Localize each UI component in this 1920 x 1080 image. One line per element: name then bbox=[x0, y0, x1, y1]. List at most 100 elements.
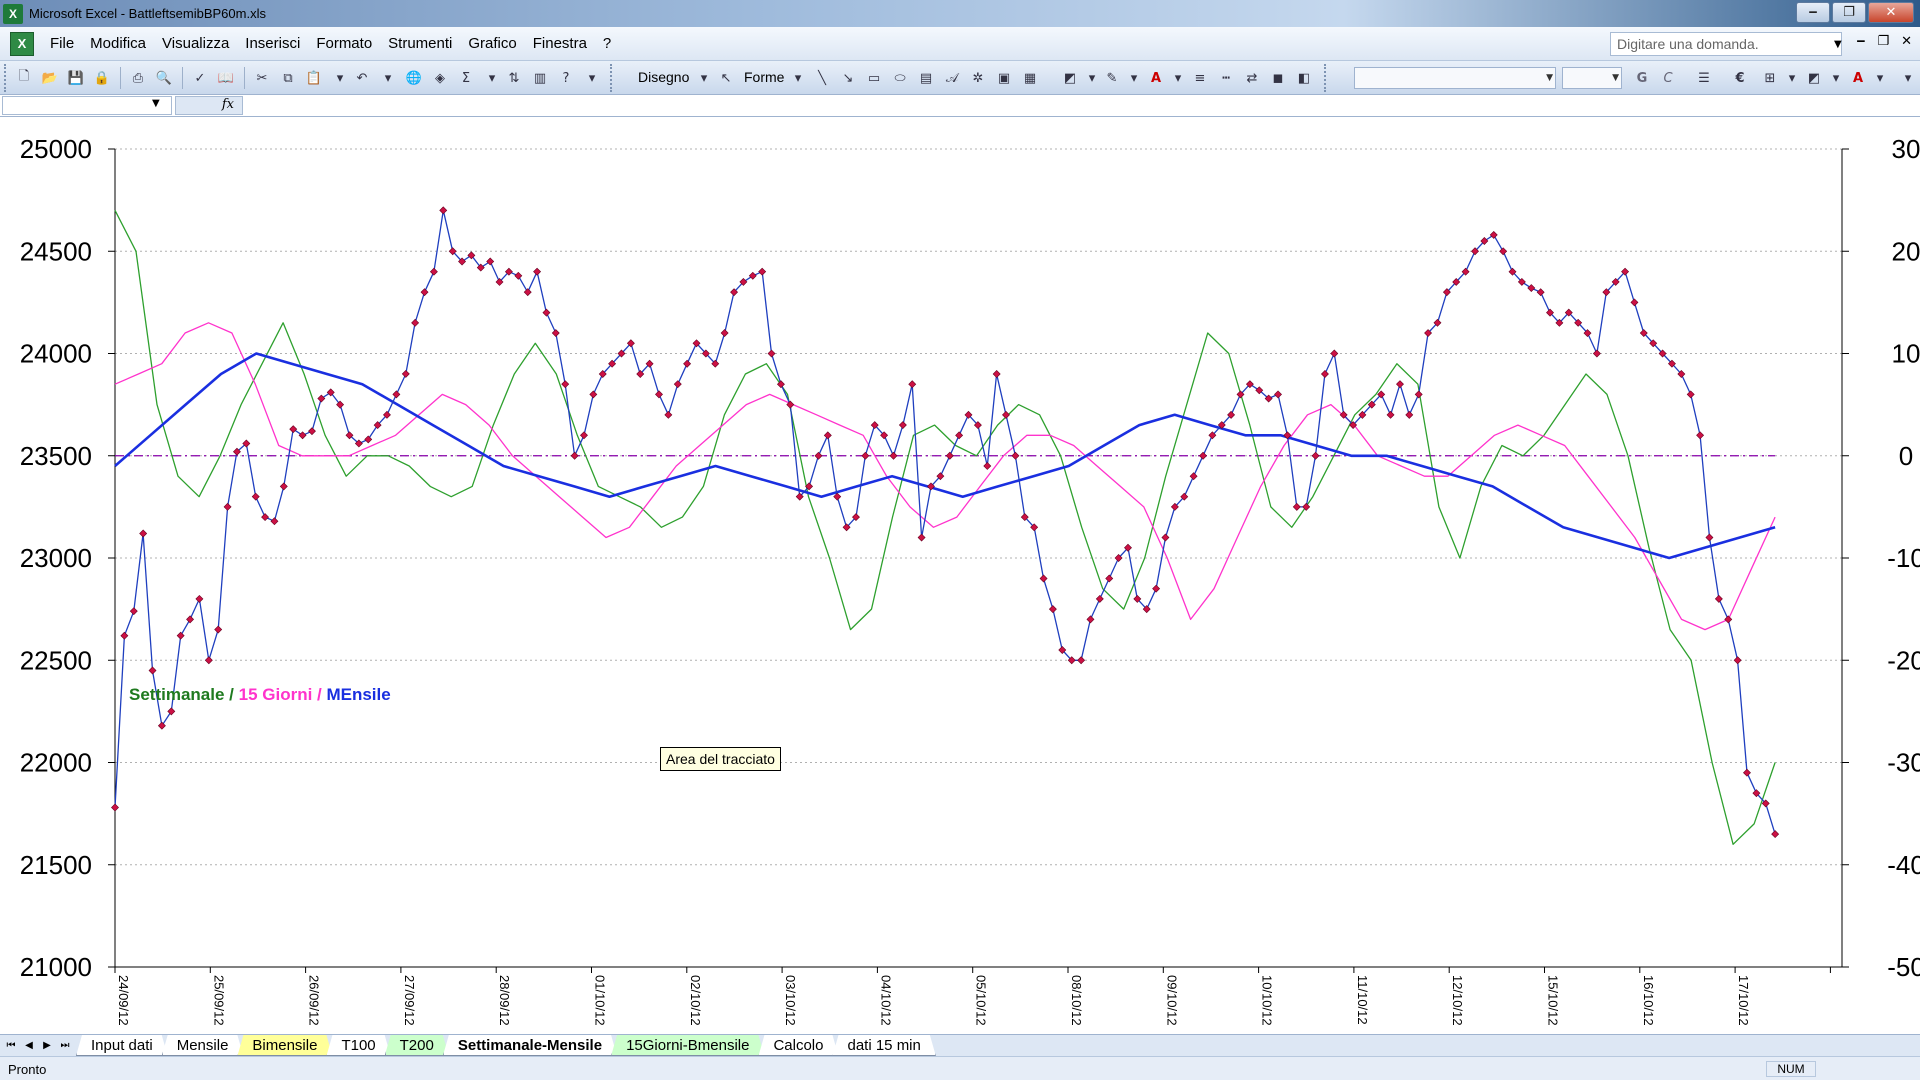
line-color-icon[interactable]: ✎ bbox=[1102, 68, 1122, 88]
wordart-icon[interactable]: 𝒜 bbox=[942, 68, 962, 88]
price-marker[interactable] bbox=[1536, 288, 1545, 297]
price-marker[interactable] bbox=[748, 271, 757, 280]
menu-formato[interactable]: Formato bbox=[308, 35, 380, 52]
price-marker[interactable] bbox=[814, 451, 823, 460]
doc-close-icon[interactable]: ✕ bbox=[1901, 34, 1912, 49]
print-preview-icon[interactable]: 🔍 bbox=[154, 68, 174, 88]
chevron-down-icon[interactable]: ▾ bbox=[1826, 68, 1846, 88]
price-marker[interactable] bbox=[673, 380, 682, 389]
price-marker[interactable] bbox=[1499, 247, 1508, 256]
doc-minimize-icon[interactable]: ‒ bbox=[1856, 34, 1865, 49]
chevron-down-icon[interactable]: ▼ bbox=[1834, 32, 1848, 56]
sheet-tab-t200[interactable]: T200 bbox=[385, 1035, 449, 1056]
permission-icon[interactable]: 🔒 bbox=[92, 68, 112, 88]
price-marker[interactable] bbox=[129, 607, 138, 616]
spelling-icon[interactable]: ✓ bbox=[190, 68, 210, 88]
italic-icon[interactable]: C bbox=[1658, 68, 1678, 88]
price-marker[interactable] bbox=[392, 390, 401, 399]
price-marker[interactable] bbox=[1686, 390, 1695, 399]
hyperlink-icon[interactable]: 🌐 bbox=[404, 68, 424, 88]
toolbar-grip[interactable] bbox=[1324, 64, 1330, 92]
sheet-tab-15giorni-bmensile[interactable]: 15Giorni-Bmensile bbox=[611, 1035, 764, 1056]
fill-color-icon[interactable]: ◩ bbox=[1804, 68, 1824, 88]
price-marker[interactable] bbox=[1489, 230, 1498, 239]
price-marker[interactable] bbox=[655, 390, 663, 399]
price-marker[interactable] bbox=[270, 517, 279, 526]
price-marker[interactable] bbox=[279, 482, 288, 491]
menu-strumenti[interactable]: Strumenti bbox=[380, 35, 460, 52]
price-marker[interactable] bbox=[580, 431, 588, 440]
price-marker[interactable] bbox=[823, 431, 832, 440]
picture-icon[interactable]: ▦ bbox=[1020, 68, 1040, 88]
price-marker[interactable] bbox=[1320, 370, 1329, 378]
price-marker[interactable] bbox=[364, 435, 373, 444]
font-size-combo[interactable]: ▼ bbox=[1562, 67, 1622, 89]
menu-grafico[interactable]: Grafico bbox=[460, 35, 524, 52]
research-icon[interactable]: 📖 bbox=[216, 68, 236, 88]
price-marker[interactable] bbox=[551, 329, 560, 338]
font-name-combo[interactable]: ▼ bbox=[1354, 67, 1556, 89]
copy-icon[interactable]: ⧉ bbox=[278, 68, 298, 88]
line-style-icon[interactable]: ≡ bbox=[1190, 68, 1210, 88]
menu-modifica[interactable]: Modifica bbox=[82, 35, 154, 52]
price-marker[interactable] bbox=[720, 329, 729, 337]
chart-wizard-icon[interactable]: ◈ bbox=[430, 68, 450, 88]
sheet-tab-t100[interactable]: T100 bbox=[326, 1035, 390, 1056]
price-marker[interactable] bbox=[983, 462, 992, 470]
align-center-icon[interactable]: ☰ bbox=[1694, 68, 1714, 88]
undo-icon[interactable]: ↶ bbox=[352, 68, 372, 88]
price-marker[interactable] bbox=[833, 492, 842, 501]
last-sheet-icon[interactable]: ⏭ bbox=[58, 1038, 72, 1053]
chevron-down-icon[interactable]: ▾ bbox=[330, 68, 350, 88]
cut-icon[interactable]: ✂ bbox=[252, 68, 272, 88]
line-icon[interactable]: ╲ bbox=[812, 68, 832, 88]
restore-icon[interactable]: ❐ bbox=[1832, 2, 1866, 23]
price-marker[interactable] bbox=[420, 288, 429, 297]
price-marker[interactable] bbox=[992, 370, 1001, 378]
rectangle-icon[interactable]: ▭ bbox=[864, 68, 884, 88]
price-marker[interactable] bbox=[1161, 533, 1170, 542]
price-marker[interactable] bbox=[1105, 574, 1114, 583]
price-marker[interactable] bbox=[167, 707, 176, 716]
price-marker[interactable] bbox=[429, 267, 438, 276]
price-marker[interactable] bbox=[411, 318, 420, 327]
price-marker[interactable] bbox=[1724, 615, 1733, 624]
price-marker[interactable] bbox=[523, 288, 532, 297]
shapes-menu-button[interactable]: Forme bbox=[744, 69, 784, 85]
price-marker[interactable] bbox=[111, 803, 119, 812]
price-marker[interactable] bbox=[917, 533, 926, 542]
price-marker[interactable] bbox=[195, 594, 204, 603]
line-chart[interactable]: 21000 21500 22000 22500 23000 23500 24000 24500… bbox=[0, 117, 1920, 1034]
toolbar-grip[interactable] bbox=[610, 64, 616, 92]
sheet-tab-bimensile[interactable]: Bimensile bbox=[237, 1035, 332, 1056]
price-marker[interactable] bbox=[758, 267, 767, 276]
menu-visualizza[interactable]: Visualizza bbox=[154, 35, 237, 52]
menu-file[interactable]: File bbox=[42, 35, 82, 52]
price-marker[interactable] bbox=[1330, 349, 1339, 358]
save-icon[interactable]: 💾 bbox=[66, 68, 86, 88]
price-marker[interactable] bbox=[533, 267, 542, 276]
price-marker[interactable] bbox=[1414, 390, 1423, 399]
oval-icon[interactable]: ⬭ bbox=[890, 68, 910, 88]
help-icon[interactable]: ? bbox=[556, 68, 576, 88]
price-marker[interactable] bbox=[861, 451, 870, 460]
price-marker[interactable] bbox=[1405, 410, 1414, 419]
price-marker[interactable] bbox=[1095, 594, 1104, 603]
price-marker[interactable] bbox=[1630, 298, 1639, 307]
price-marker[interactable] bbox=[251, 492, 260, 501]
price-marker[interactable] bbox=[1086, 615, 1095, 624]
fill-color-icon[interactable]: ◩ bbox=[1060, 68, 1080, 88]
price-marker[interactable] bbox=[1592, 349, 1601, 358]
open-folder-icon[interactable]: 📂 bbox=[40, 68, 60, 88]
price-marker[interactable] bbox=[1396, 380, 1404, 389]
price-marker[interactable] bbox=[317, 394, 326, 403]
chevron-down-icon[interactable]: ▾ bbox=[1124, 68, 1144, 88]
price-marker[interactable] bbox=[1292, 502, 1301, 511]
excel-icon[interactable]: X bbox=[3, 3, 23, 24]
price-marker[interactable] bbox=[186, 615, 195, 624]
price-marker[interactable] bbox=[176, 631, 185, 640]
arrow-style-icon[interactable]: ⇄ bbox=[1242, 68, 1262, 88]
sheet-tab-mensile[interactable]: Mensile bbox=[162, 1035, 244, 1056]
price-marker[interactable] bbox=[439, 206, 448, 215]
price-marker[interactable] bbox=[1527, 284, 1536, 293]
